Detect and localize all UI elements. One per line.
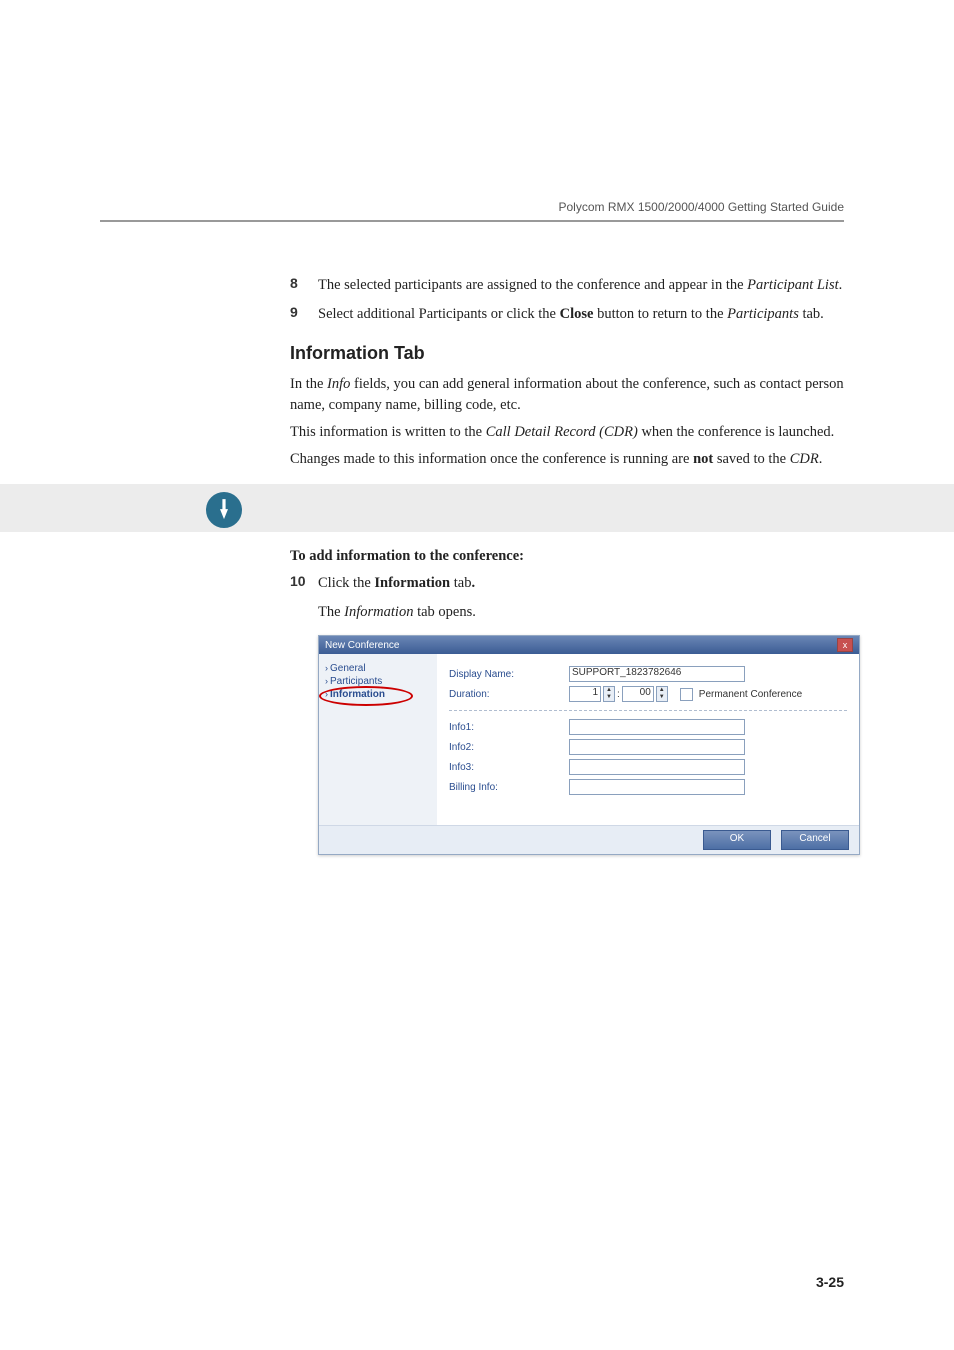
note-band (0, 484, 954, 532)
dialog-titlebar: New Conference x (319, 636, 859, 654)
note-arrow-icon (206, 492, 242, 528)
duration-separator: : (617, 689, 620, 700)
section-para-2: This information is written to the Call … (290, 422, 844, 443)
chevron-up-icon: ▲ (657, 687, 667, 694)
dialog-divider (449, 710, 847, 711)
label-display-name: Display Name: (449, 669, 569, 680)
step-number: 9 (290, 304, 318, 325)
input-duration-minutes[interactable]: 00 (622, 686, 654, 702)
chevron-down-icon: ▼ (604, 694, 614, 701)
step-10: 10 Click the Information tab. (290, 573, 844, 594)
step-number: 10 (290, 573, 318, 594)
row-info1: Info1: (449, 719, 847, 735)
input-info2[interactable] (569, 739, 745, 755)
row-info2: Info2: (449, 739, 847, 755)
step-text: Select additional Participants or click … (318, 304, 824, 325)
chevron-right-icon: › (325, 663, 328, 673)
dialog-title-text: New Conference (325, 640, 399, 651)
chevron-down-icon: ▼ (657, 694, 667, 701)
dialog-main: Display Name: SUPPORT_1823782646 Duratio… (437, 654, 859, 825)
callout-highlight-icon (319, 686, 413, 706)
procedure-caption: The Information tab opens. (318, 602, 844, 623)
header-rule (100, 220, 844, 222)
page-header: Polycom RMX 1500/2000/4000 Getting Start… (100, 200, 844, 222)
label-billing: Billing Info: (449, 782, 569, 793)
nav-item-information[interactable]: ›Information (323, 688, 433, 701)
input-info1[interactable] (569, 719, 745, 735)
input-display-name[interactable]: SUPPORT_1823782646 (569, 666, 745, 682)
dialog-footer: OK Cancel (319, 825, 859, 854)
header-guide-title: Polycom RMX 1500/2000/4000 Getting Start… (100, 200, 844, 214)
row-billing: Billing Info: (449, 779, 847, 795)
new-conference-dialog: New Conference x ›General ›Participants … (318, 635, 860, 855)
step-text: Click the Information tab. (318, 573, 475, 594)
label-info1: Info1: (449, 722, 569, 733)
label-info3: Info3: (449, 762, 569, 773)
chevron-right-icon: › (325, 676, 328, 686)
procedure-title: To add information to the conference: (290, 546, 844, 567)
dialog-nav: ›General ›Participants ›Information (319, 654, 437, 825)
step-text: The selected participants are assigned t… (318, 275, 842, 296)
ok-button[interactable]: OK (703, 830, 771, 850)
label-duration: Duration: (449, 689, 569, 700)
nav-item-general[interactable]: ›General (323, 662, 433, 675)
step-number: 8 (290, 275, 318, 296)
spinner-minutes[interactable]: ▲▼ (656, 686, 668, 702)
input-duration-hours[interactable]: 1 (569, 686, 601, 702)
page-number: 3-25 (816, 1274, 844, 1290)
label-permanent: Permanent Conference (699, 689, 802, 700)
step-8: 8 The selected participants are assigned… (290, 275, 844, 296)
row-info3: Info3: (449, 759, 847, 775)
section-para-1: In the Info fields, you can add general … (290, 374, 844, 416)
row-display-name: Display Name: SUPPORT_1823782646 (449, 666, 847, 682)
input-billing[interactable] (569, 779, 745, 795)
input-info3[interactable] (569, 759, 745, 775)
spinner-hours[interactable]: ▲▼ (603, 686, 615, 702)
chevron-up-icon: ▲ (604, 687, 614, 694)
step-9: 9 Select additional Participants or clic… (290, 304, 844, 325)
row-duration: Duration: 1 ▲▼ : 00 ▲▼ Permanent Confere… (449, 686, 847, 702)
section-para-3: Changes made to this information once th… (290, 449, 844, 470)
dialog-close-button[interactable]: x (837, 638, 853, 652)
cancel-button[interactable]: Cancel (781, 830, 849, 850)
section-heading: Information Tab (290, 343, 844, 364)
checkbox-permanent[interactable] (680, 688, 693, 701)
dialog-body: ›General ›Participants ›Information Disp… (319, 654, 859, 825)
label-info2: Info2: (449, 742, 569, 753)
